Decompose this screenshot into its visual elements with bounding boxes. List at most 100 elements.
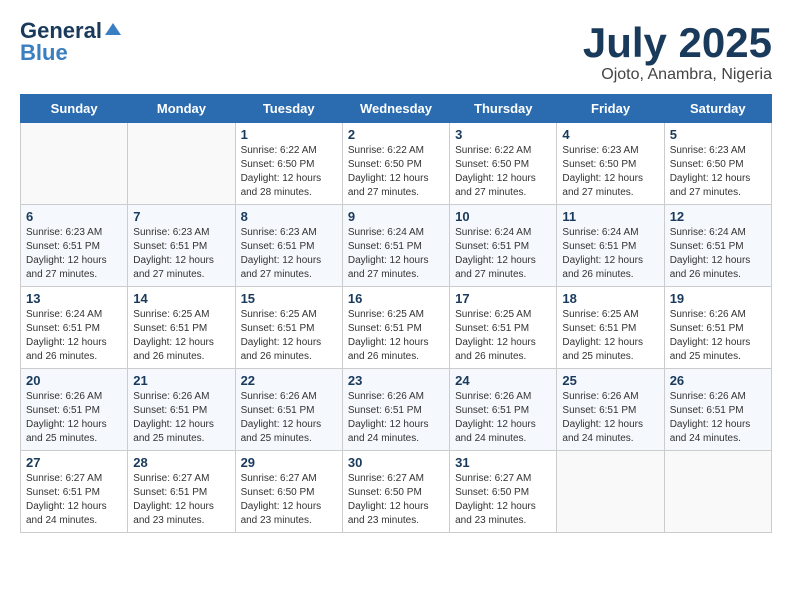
day-info: Sunrise: 6:26 AM Sunset: 6:51 PM Dayligh… — [670, 308, 766, 364]
day-info: Sunrise: 6:27 AM Sunset: 6:50 PM Dayligh… — [455, 472, 551, 528]
day-number: 30 — [348, 455, 444, 470]
table-row: 19 Sunrise: 6:26 AM Sunset: 6:51 PM Dayli… — [664, 287, 771, 369]
day-number: 1 — [241, 127, 337, 142]
day-number: 13 — [26, 291, 122, 306]
day-number: 20 — [26, 373, 122, 388]
table-row: 1 Sunrise: 6:22 AM Sunset: 6:50 PM Daylig… — [235, 123, 342, 205]
day-info: Sunrise: 6:26 AM Sunset: 6:51 PM Dayligh… — [562, 390, 658, 446]
col-tuesday: Tuesday — [235, 95, 342, 123]
table-row: 4 Sunrise: 6:23 AM Sunset: 6:50 PM Daylig… — [557, 123, 664, 205]
calendar-week-row: 27Sunrise: 6:27 AM Sunset: 6:51 PM Dayli… — [21, 451, 772, 533]
day-number: 29 — [241, 455, 337, 470]
day-number: 6 — [26, 209, 122, 224]
day-number: 10 — [455, 209, 551, 224]
table-row — [128, 123, 235, 205]
day-number: 17 — [455, 291, 551, 306]
table-row: 27Sunrise: 6:27 AM Sunset: 6:51 PM Dayli… — [21, 451, 128, 533]
location: Ojoto, Anambra, Nigeria — [583, 66, 772, 84]
table-row: 15 Sunrise: 6:25 AM Sunset: 6:51 PM Dayli… — [235, 287, 342, 369]
day-info: Sunrise: 6:25 AM Sunset: 6:51 PM Dayligh… — [562, 308, 658, 364]
day-info: Sunrise: 6:24 AM Sunset: 6:51 PM Dayligh… — [26, 308, 122, 364]
calendar-week-row: 13 Sunrise: 6:24 AM Sunset: 6:51 PM Dayli… — [21, 287, 772, 369]
day-info: Sunrise: 6:22 AM Sunset: 6:50 PM Dayligh… — [348, 144, 444, 200]
day-info: Sunrise: 6:26 AM Sunset: 6:51 PM Dayligh… — [348, 390, 444, 446]
table-row — [21, 123, 128, 205]
day-number: 23 — [348, 373, 444, 388]
day-info: Sunrise: 6:26 AM Sunset: 6:51 PM Dayligh… — [26, 390, 122, 446]
day-number: 3 — [455, 127, 551, 142]
day-number: 2 — [348, 127, 444, 142]
table-row: 3 Sunrise: 6:22 AM Sunset: 6:50 PM Daylig… — [450, 123, 557, 205]
table-row: 25Sunrise: 6:26 AM Sunset: 6:51 PM Dayli… — [557, 369, 664, 451]
table-row: 7Sunrise: 6:23 AM Sunset: 6:51 PM Daylig… — [128, 205, 235, 287]
calendar-week-row: 20 Sunrise: 6:26 AM Sunset: 6:51 PM Dayli… — [21, 369, 772, 451]
table-row: 23 Sunrise: 6:26 AM Sunset: 6:51 PM Dayli… — [342, 369, 449, 451]
day-info: Sunrise: 6:26 AM Sunset: 6:51 PM Dayligh… — [241, 390, 337, 446]
table-row: 14Sunrise: 6:25 AM Sunset: 6:51 PM Dayli… — [128, 287, 235, 369]
table-row: 31 Sunrise: 6:27 AM Sunset: 6:50 PM Dayli… — [450, 451, 557, 533]
day-number: 11 — [562, 209, 658, 224]
day-number: 4 — [562, 127, 658, 142]
day-number: 12 — [670, 209, 766, 224]
calendar-header-row: Sunday Monday Tuesday Wednesday Thursday… — [21, 95, 772, 123]
day-info: Sunrise: 6:26 AM Sunset: 6:51 PM Dayligh… — [455, 390, 551, 446]
col-sunday: Sunday — [21, 95, 128, 123]
col-monday: Monday — [128, 95, 235, 123]
col-thursday: Thursday — [450, 95, 557, 123]
calendar-week-row: 6 Sunrise: 6:23 AM Sunset: 6:51 PM Daylig… — [21, 205, 772, 287]
day-info: Sunrise: 6:27 AM Sunset: 6:51 PM Dayligh… — [26, 472, 122, 528]
day-info: Sunrise: 6:25 AM Sunset: 6:51 PM Dayligh… — [455, 308, 551, 364]
table-row: 26 Sunrise: 6:26 AM Sunset: 6:51 PM Dayli… — [664, 369, 771, 451]
table-row: 29 Sunrise: 6:27 AM Sunset: 6:50 PM Dayli… — [235, 451, 342, 533]
calendar-week-row: 1 Sunrise: 6:22 AM Sunset: 6:50 PM Daylig… — [21, 123, 772, 205]
day-info: Sunrise: 6:23 AM Sunset: 6:50 PM Dayligh… — [562, 144, 658, 200]
logo-arrow-icon — [105, 21, 121, 37]
day-number: 24 — [455, 373, 551, 388]
table-row: 16Sunrise: 6:25 AM Sunset: 6:51 PM Dayli… — [342, 287, 449, 369]
day-info: Sunrise: 6:23 AM Sunset: 6:51 PM Dayligh… — [26, 226, 122, 282]
col-friday: Friday — [557, 95, 664, 123]
table-row: 13 Sunrise: 6:24 AM Sunset: 6:51 PM Dayli… — [21, 287, 128, 369]
table-row: 2 Sunrise: 6:22 AM Sunset: 6:50 PM Daylig… — [342, 123, 449, 205]
day-number: 18 — [562, 291, 658, 306]
day-info: Sunrise: 6:22 AM Sunset: 6:50 PM Dayligh… — [455, 144, 551, 200]
header: General Blue July 2025 Ojoto, Anambra, N… — [20, 20, 772, 84]
day-number: 8 — [241, 209, 337, 224]
logo-text-blue: Blue — [20, 42, 68, 64]
day-number: 19 — [670, 291, 766, 306]
table-row: 21Sunrise: 6:26 AM Sunset: 6:51 PM Dayli… — [128, 369, 235, 451]
day-info: Sunrise: 6:24 AM Sunset: 6:51 PM Dayligh… — [348, 226, 444, 282]
day-info: Sunrise: 6:27 AM Sunset: 6:50 PM Dayligh… — [241, 472, 337, 528]
table-row: 12Sunrise: 6:24 AM Sunset: 6:51 PM Dayli… — [664, 205, 771, 287]
day-number: 9 — [348, 209, 444, 224]
table-row: 17 Sunrise: 6:25 AM Sunset: 6:51 PM Dayli… — [450, 287, 557, 369]
day-info: Sunrise: 6:26 AM Sunset: 6:51 PM Dayligh… — [133, 390, 229, 446]
col-wednesday: Wednesday — [342, 95, 449, 123]
table-row: 8 Sunrise: 6:23 AM Sunset: 6:51 PM Daylig… — [235, 205, 342, 287]
calendar-table: Sunday Monday Tuesday Wednesday Thursday… — [20, 94, 772, 533]
day-number: 7 — [133, 209, 229, 224]
table-row: 9 Sunrise: 6:24 AM Sunset: 6:51 PM Daylig… — [342, 205, 449, 287]
day-number: 26 — [670, 373, 766, 388]
day-number: 22 — [241, 373, 337, 388]
table-row: 24 Sunrise: 6:26 AM Sunset: 6:51 PM Dayli… — [450, 369, 557, 451]
day-info: Sunrise: 6:24 AM Sunset: 6:51 PM Dayligh… — [455, 226, 551, 282]
day-number: 28 — [133, 455, 229, 470]
day-number: 5 — [670, 127, 766, 142]
day-number: 31 — [455, 455, 551, 470]
table-row — [557, 451, 664, 533]
table-row: 18 Sunrise: 6:25 AM Sunset: 6:51 PM Dayli… — [557, 287, 664, 369]
day-info: Sunrise: 6:26 AM Sunset: 6:51 PM Dayligh… — [670, 390, 766, 446]
table-row: 22 Sunrise: 6:26 AM Sunset: 6:51 PM Dayli… — [235, 369, 342, 451]
table-row: 5Sunrise: 6:23 AM Sunset: 6:50 PM Daylig… — [664, 123, 771, 205]
day-info: Sunrise: 6:27 AM Sunset: 6:50 PM Dayligh… — [348, 472, 444, 528]
day-number: 15 — [241, 291, 337, 306]
table-row: 6 Sunrise: 6:23 AM Sunset: 6:51 PM Daylig… — [21, 205, 128, 287]
day-info: Sunrise: 6:22 AM Sunset: 6:50 PM Dayligh… — [241, 144, 337, 200]
table-row: 10 Sunrise: 6:24 AM Sunset: 6:51 PM Dayli… — [450, 205, 557, 287]
logo: General Blue — [20, 20, 121, 64]
day-info: Sunrise: 6:23 AM Sunset: 6:51 PM Dayligh… — [241, 226, 337, 282]
day-info: Sunrise: 6:24 AM Sunset: 6:51 PM Dayligh… — [562, 226, 658, 282]
logo-text-general: General — [20, 20, 102, 42]
day-info: Sunrise: 6:25 AM Sunset: 6:51 PM Dayligh… — [241, 308, 337, 364]
